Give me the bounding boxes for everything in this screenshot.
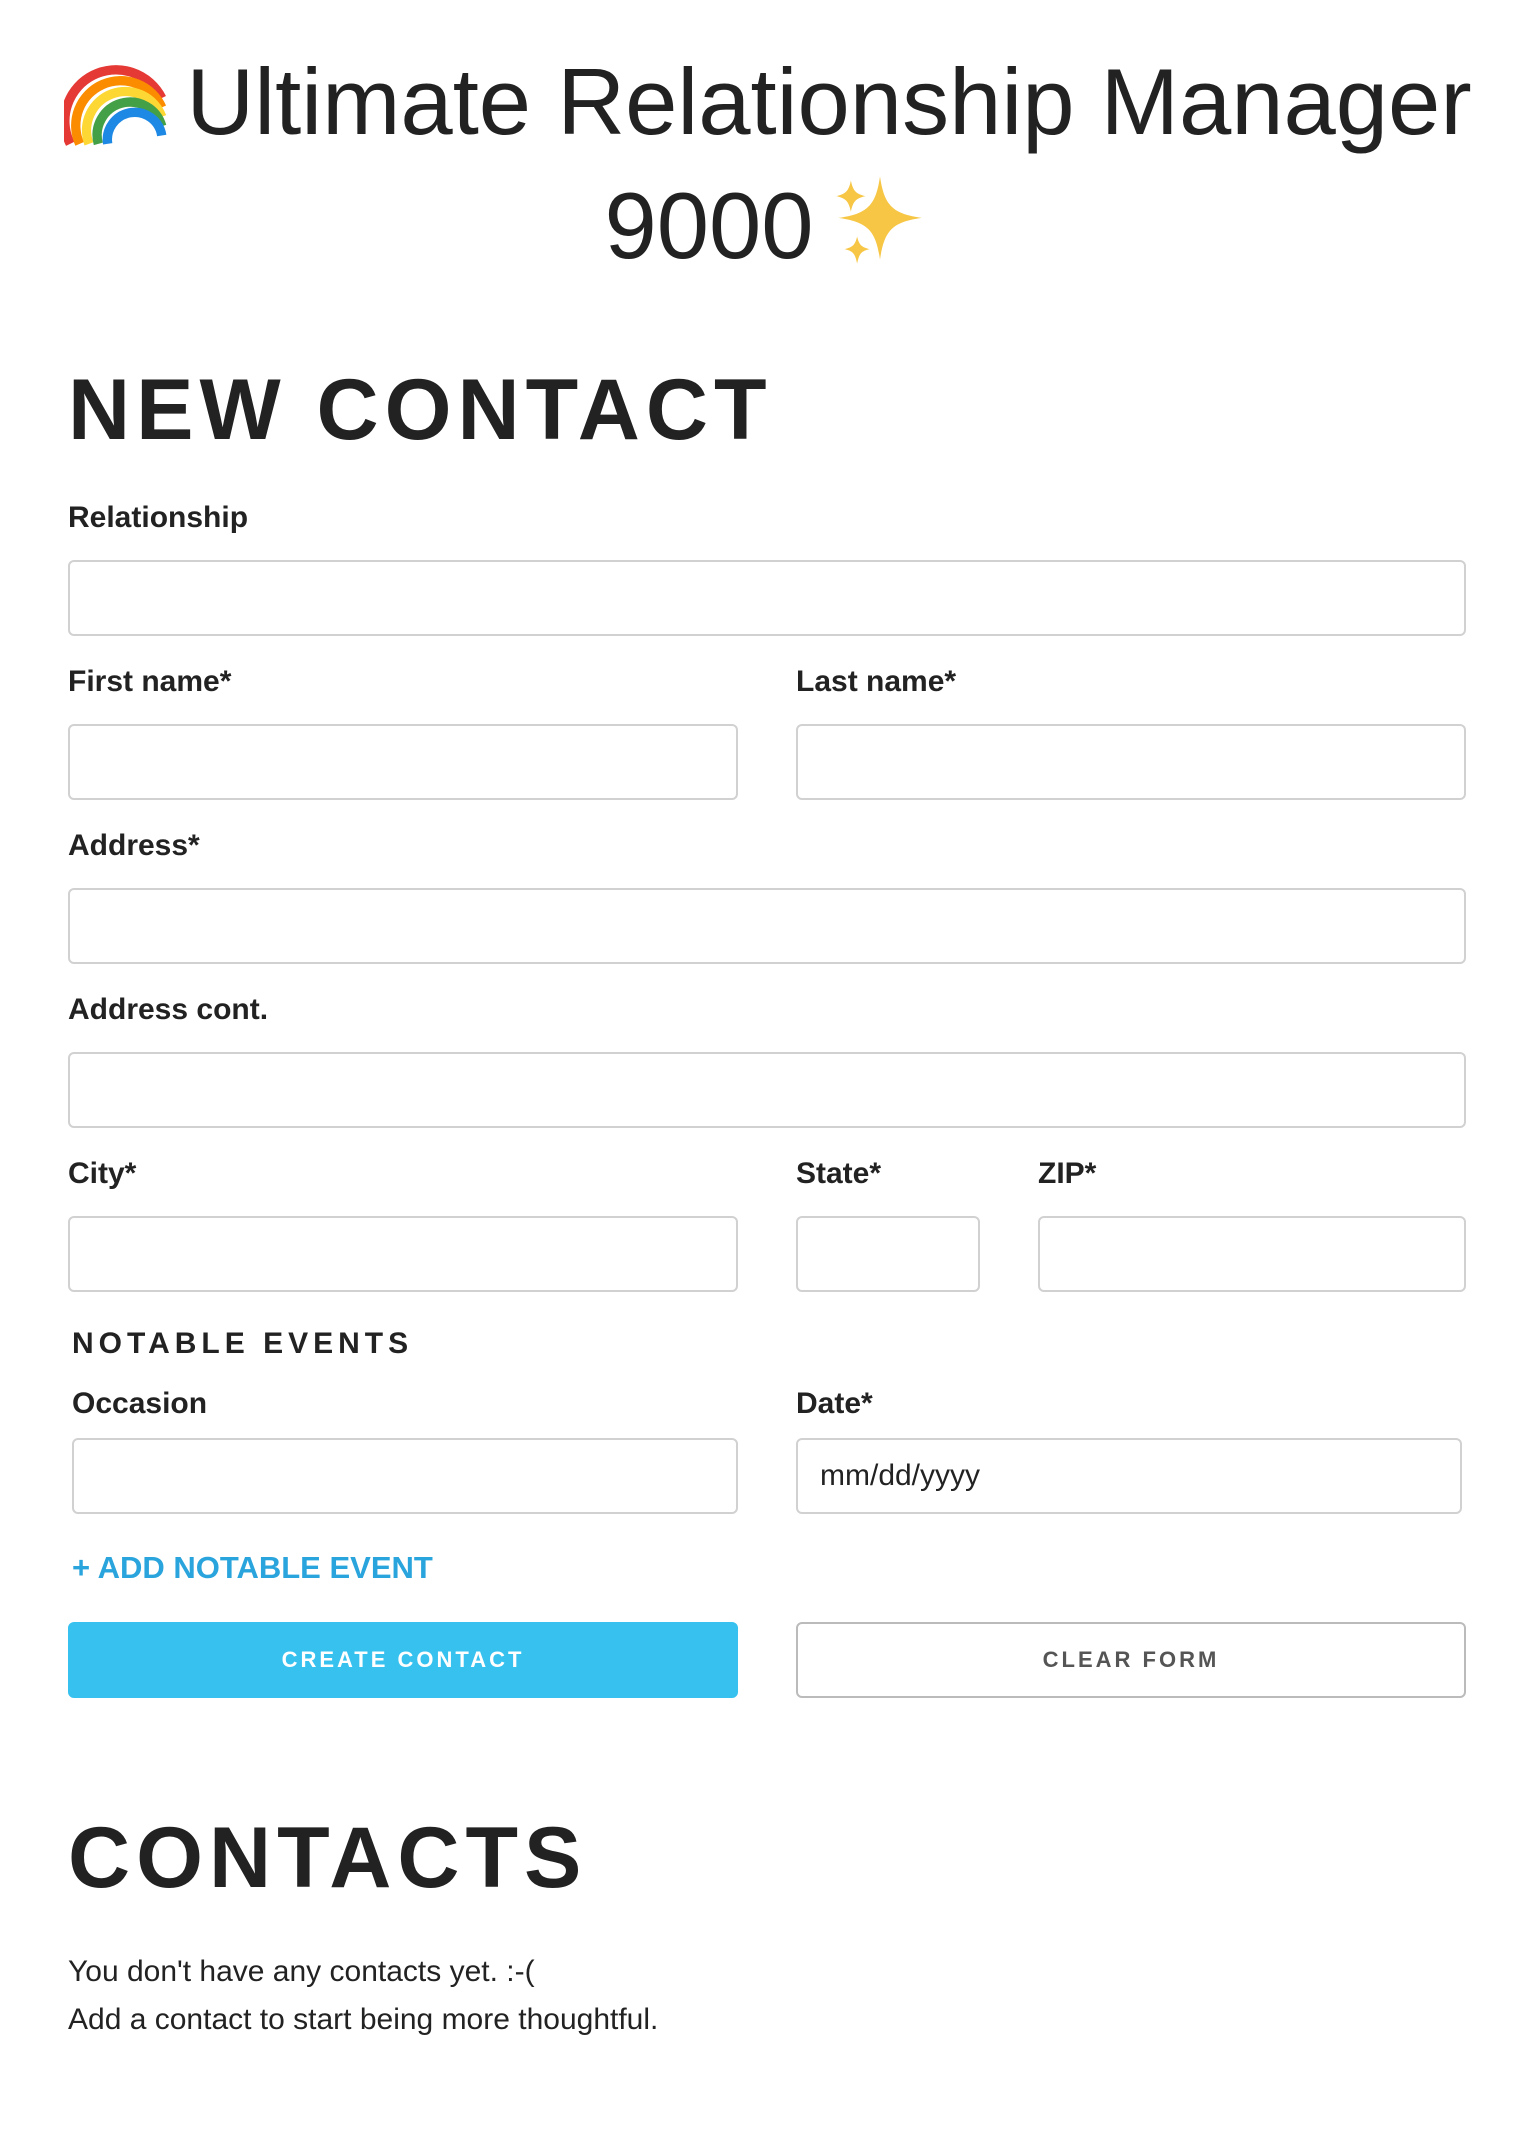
app-title: Ultimate Relationship Manager 9000	[40, 40, 1496, 288]
first-name-label: First name*	[68, 665, 232, 698]
state-input[interactable]	[796, 1216, 980, 1292]
address-cont-input[interactable]	[68, 1052, 1466, 1128]
rainbow-icon	[64, 65, 167, 146]
title-text-1: Ultimate Relationship Manager	[186, 49, 1472, 154]
date-input[interactable]	[796, 1438, 1462, 1514]
address-cont-label: Address cont.	[68, 993, 269, 1026]
page: Ultimate Relationship Manager 9000 NEW C…	[0, 0, 1536, 2142]
sparkles-icon	[835, 176, 922, 264]
notable-events-heading: NOTABLE EVENTS	[72, 1327, 414, 1360]
state-label: State*	[796, 1157, 882, 1190]
address-label: Address*	[68, 829, 200, 862]
relationship-input[interactable]	[68, 560, 1466, 636]
occasion-input[interactable]	[72, 1438, 738, 1514]
clear-form-button[interactable]: CLEAR FORM	[796, 1622, 1466, 1698]
last-name-input[interactable]	[796, 724, 1466, 800]
create-contact-button[interactable]: CREATE CONTACT	[68, 1622, 738, 1698]
occasion-label: Occasion	[72, 1387, 208, 1420]
first-name-input[interactable]	[68, 724, 738, 800]
new-contact-heading: NEW CONTACT	[68, 362, 773, 458]
city-input[interactable]	[68, 1216, 738, 1292]
empty-state-line-2: Add a contact to start being more though…	[68, 2003, 659, 2036]
zip-input[interactable]	[1038, 1216, 1466, 1292]
contacts-heading: CONTACTS	[68, 1810, 588, 1906]
title-line-2: 9000	[604, 173, 931, 278]
address-input[interactable]	[68, 888, 1466, 964]
empty-state-line-1: You don't have any contacts yet. :-(	[68, 1955, 535, 1988]
last-name-label: Last name*	[796, 665, 957, 698]
add-notable-event-link[interactable]: + ADD NOTABLE EVENT	[72, 1548, 433, 1588]
title-text-2: 9000	[604, 173, 814, 278]
relationship-label: Relationship	[68, 501, 249, 534]
zip-label: ZIP*	[1038, 1157, 1097, 1190]
title-line-1: Ultimate Relationship Manager	[64, 49, 1472, 154]
date-label: Date*	[796, 1387, 873, 1420]
city-label: City*	[68, 1157, 137, 1190]
